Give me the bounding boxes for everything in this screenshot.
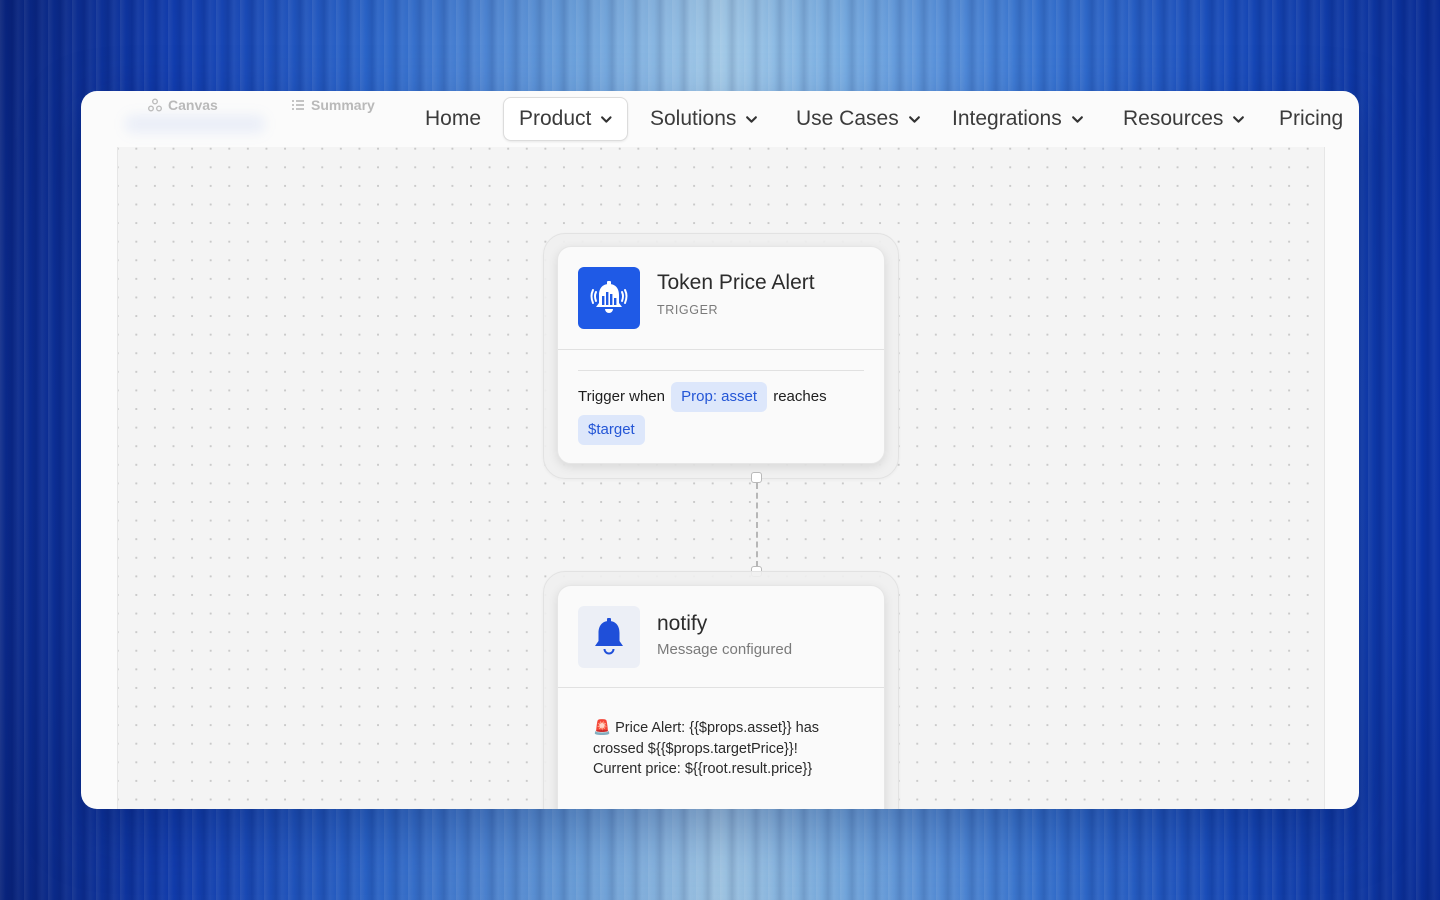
chevron-down-icon xyxy=(1071,115,1083,123)
trigger-node-divider xyxy=(558,349,884,350)
notify-message-line3: Current price: ${{root.result.price}} xyxy=(593,761,813,777)
trigger-node-title: Token Price Alert xyxy=(657,271,815,294)
nav-item-integrations[interactable]: Integrations xyxy=(952,97,1084,141)
notify-message-line1: Price Alert: {{$props.asset}} has xyxy=(615,720,820,736)
chevron-down-icon xyxy=(601,115,612,123)
edge-connector[interactable] xyxy=(756,483,758,567)
trigger-node-type: TRIGGER xyxy=(657,303,719,317)
main-nav: Home Product Solutions Use Cases Integra… xyxy=(81,91,1359,147)
nav-item-pricing[interactable]: Pricing xyxy=(1279,97,1343,141)
nav-item-use-cases[interactable]: Use Cases xyxy=(796,97,921,141)
nav-item-label: Product xyxy=(519,107,592,130)
nav-item-label: Solutions xyxy=(650,107,737,130)
trigger-condition-prefix: Trigger when xyxy=(578,388,665,405)
nav-item-label: Pricing xyxy=(1279,107,1344,130)
nav-item-product[interactable]: Product xyxy=(503,97,628,141)
trigger-condition-middle: reaches xyxy=(773,388,827,405)
notify-node-title: notify xyxy=(657,612,708,635)
nav-item-solutions[interactable]: Solutions xyxy=(650,97,758,141)
chevron-down-icon xyxy=(908,115,920,123)
bell-alert-icon xyxy=(578,267,640,329)
trigger-condition: Trigger when Prop: asset reaches $target xyxy=(578,381,868,446)
notify-message: 🚨 Price Alert: {{$props.asset}} has cros… xyxy=(593,718,863,780)
nav-item-home[interactable]: Home xyxy=(425,97,481,141)
nav-item-label: Home xyxy=(425,107,482,130)
chevron-down-icon xyxy=(1233,115,1245,123)
nav-item-label: Integrations xyxy=(952,107,1062,130)
chevron-down-icon xyxy=(746,115,758,123)
bell-icon xyxy=(578,606,640,668)
notify-message-line2: crossed ${{$props.targetPrice}}! xyxy=(593,740,798,757)
notify-node-divider xyxy=(558,687,884,688)
trigger-node[interactable]: Token Price Alert TRIGGER Trigger when P… xyxy=(557,246,885,464)
notify-node-subtitle: Message configured xyxy=(657,641,793,658)
trigger-output-handle[interactable] xyxy=(751,472,762,483)
nav-item-label: Use Cases xyxy=(796,107,899,130)
target-chip[interactable]: $target xyxy=(578,415,645,445)
prop-asset-chip[interactable]: Prop: asset xyxy=(671,382,768,412)
nav-item-resources[interactable]: Resources xyxy=(1123,97,1245,141)
notify-node[interactable]: notify Message configured 🚨 Price Alert:… xyxy=(557,585,885,809)
workflow-canvas[interactable]: Token Price Alert TRIGGER Trigger when P… xyxy=(117,147,1325,809)
trigger-node-inner-divider xyxy=(578,370,864,371)
nav-item-label: Resources xyxy=(1123,107,1224,130)
siren-icon: 🚨 xyxy=(593,720,612,736)
app-window: Token Price Alert TRIGGER Trigger when P… xyxy=(81,91,1359,809)
